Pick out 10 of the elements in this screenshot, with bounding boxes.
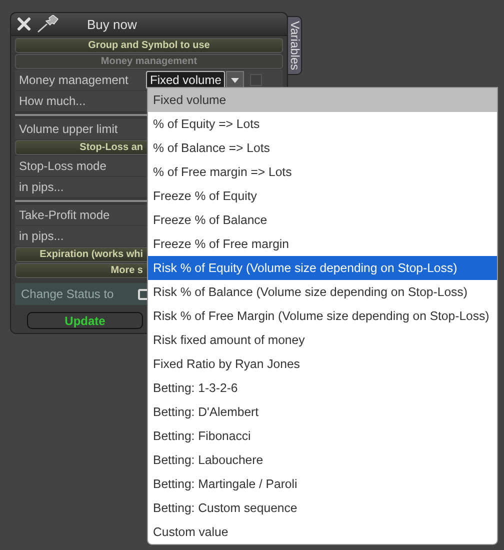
field-label: in pips... [19,229,65,243]
window-title: Buy now [87,16,137,32]
field-label: Volume upper limit [19,122,119,136]
field-label: Take-Profit mode [19,208,111,222]
field-label: Change Status to [21,287,115,301]
field-label: in pips... [19,180,65,194]
field-label: Money management [19,73,130,87]
section-subheader: Money management [15,54,283,69]
field-label: Stop-Loss mode [19,159,108,173]
field-label: How much... [19,94,87,108]
